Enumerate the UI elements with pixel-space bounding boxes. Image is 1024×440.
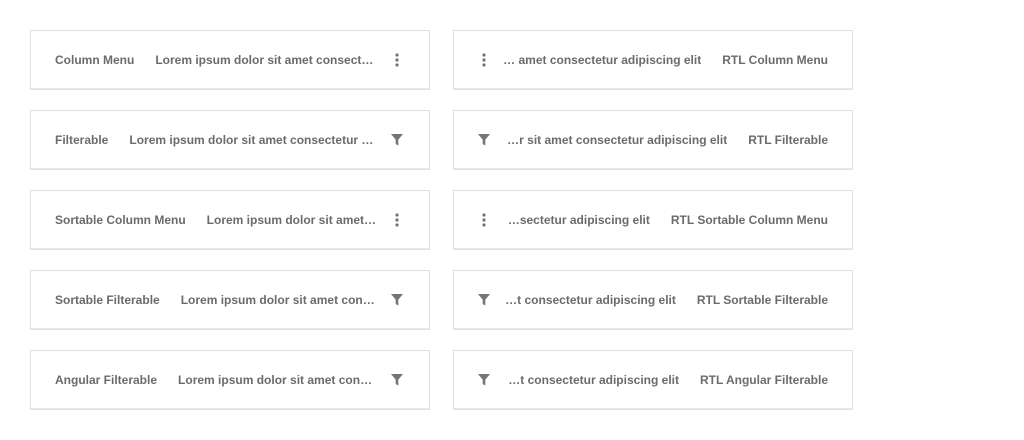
filter-icon[interactable] [385,128,409,152]
column-header-sortable-filterable[interactable]: Sortable Filterable Lorem ipsum dolor si… [30,270,430,330]
filter-icon[interactable] [472,368,496,392]
column-header-rtl-sortable-filterable[interactable]: …t amet consectetur adipiscing elit RTL … [453,270,853,330]
header-description: …t amet consectetur adipiscing elit [502,373,679,387]
header-description: Lorem ipsum dolor sit amet consectetur a… [178,373,377,387]
more-vert-icon[interactable] [385,208,409,232]
column-header-column-menu[interactable]: Column Menu Lorem ipsum dolor sit amet c… [30,30,430,90]
header-description: … dolor sit amet consectetur adipiscing … [502,133,728,147]
header-title: RTL Sortable Column Menu [670,213,828,227]
column-header-rtl-sortable-column-menu[interactable]: …t consectetur adipiscing elit RTL Sorta… [453,190,853,250]
more-vert-icon[interactable] [472,48,496,72]
filter-icon[interactable] [385,368,409,392]
column-header-rtl-angular-filterable[interactable]: …t amet consectetur adipiscing elit RTL … [453,350,853,410]
column-header-angular-filterable[interactable]: Angular Filterable Lorem ipsum dolor sit… [30,350,430,410]
header-title: RTL Column Menu [722,53,828,67]
header-title: Angular Filterable [55,373,158,387]
column-header-filterable[interactable]: Filterable Lorem ipsum dolor sit amet co… [30,110,430,170]
filter-icon[interactable] [385,288,409,312]
more-vert-icon[interactable] [472,208,496,232]
header-title: Sortable Column Menu [55,213,186,227]
column-header-rtl-column-menu[interactable]: …r sit amet consectetur adipiscing elit … [453,30,853,90]
header-description: …r sit amet consectetur adipiscing elit [502,53,702,67]
header-title: Column Menu [55,53,135,67]
header-description: Lorem ipsum dolor sit amet consectetur a… [180,293,377,307]
header-description: Lorem ipsum dolor sit amet consectetur a… [129,133,377,147]
header-description: Lorem ipsum dolor sit amet consectetur a… [206,213,377,227]
header-title: Sortable Filterable [55,293,160,307]
header-description: …t amet consectetur adipiscing elit [502,293,676,307]
header-title: RTL Sortable Filterable [696,293,828,307]
header-title: RTL Filterable [748,133,828,147]
header-description: …t consectetur adipiscing elit [502,213,650,227]
header-title: RTL Angular Filterable [699,373,828,387]
header-description: Lorem ipsum dolor sit amet consectetur a… [155,53,377,67]
header-title: Filterable [55,133,109,147]
more-vert-icon[interactable] [385,48,409,72]
filter-icon[interactable] [472,128,496,152]
column-header-sortable-column-menu[interactable]: Sortable Column Menu Lorem ipsum dolor s… [30,190,430,250]
column-header-rtl-filterable[interactable]: … dolor sit amet consectetur adipiscing … [453,110,853,170]
filter-icon[interactable] [472,288,496,312]
